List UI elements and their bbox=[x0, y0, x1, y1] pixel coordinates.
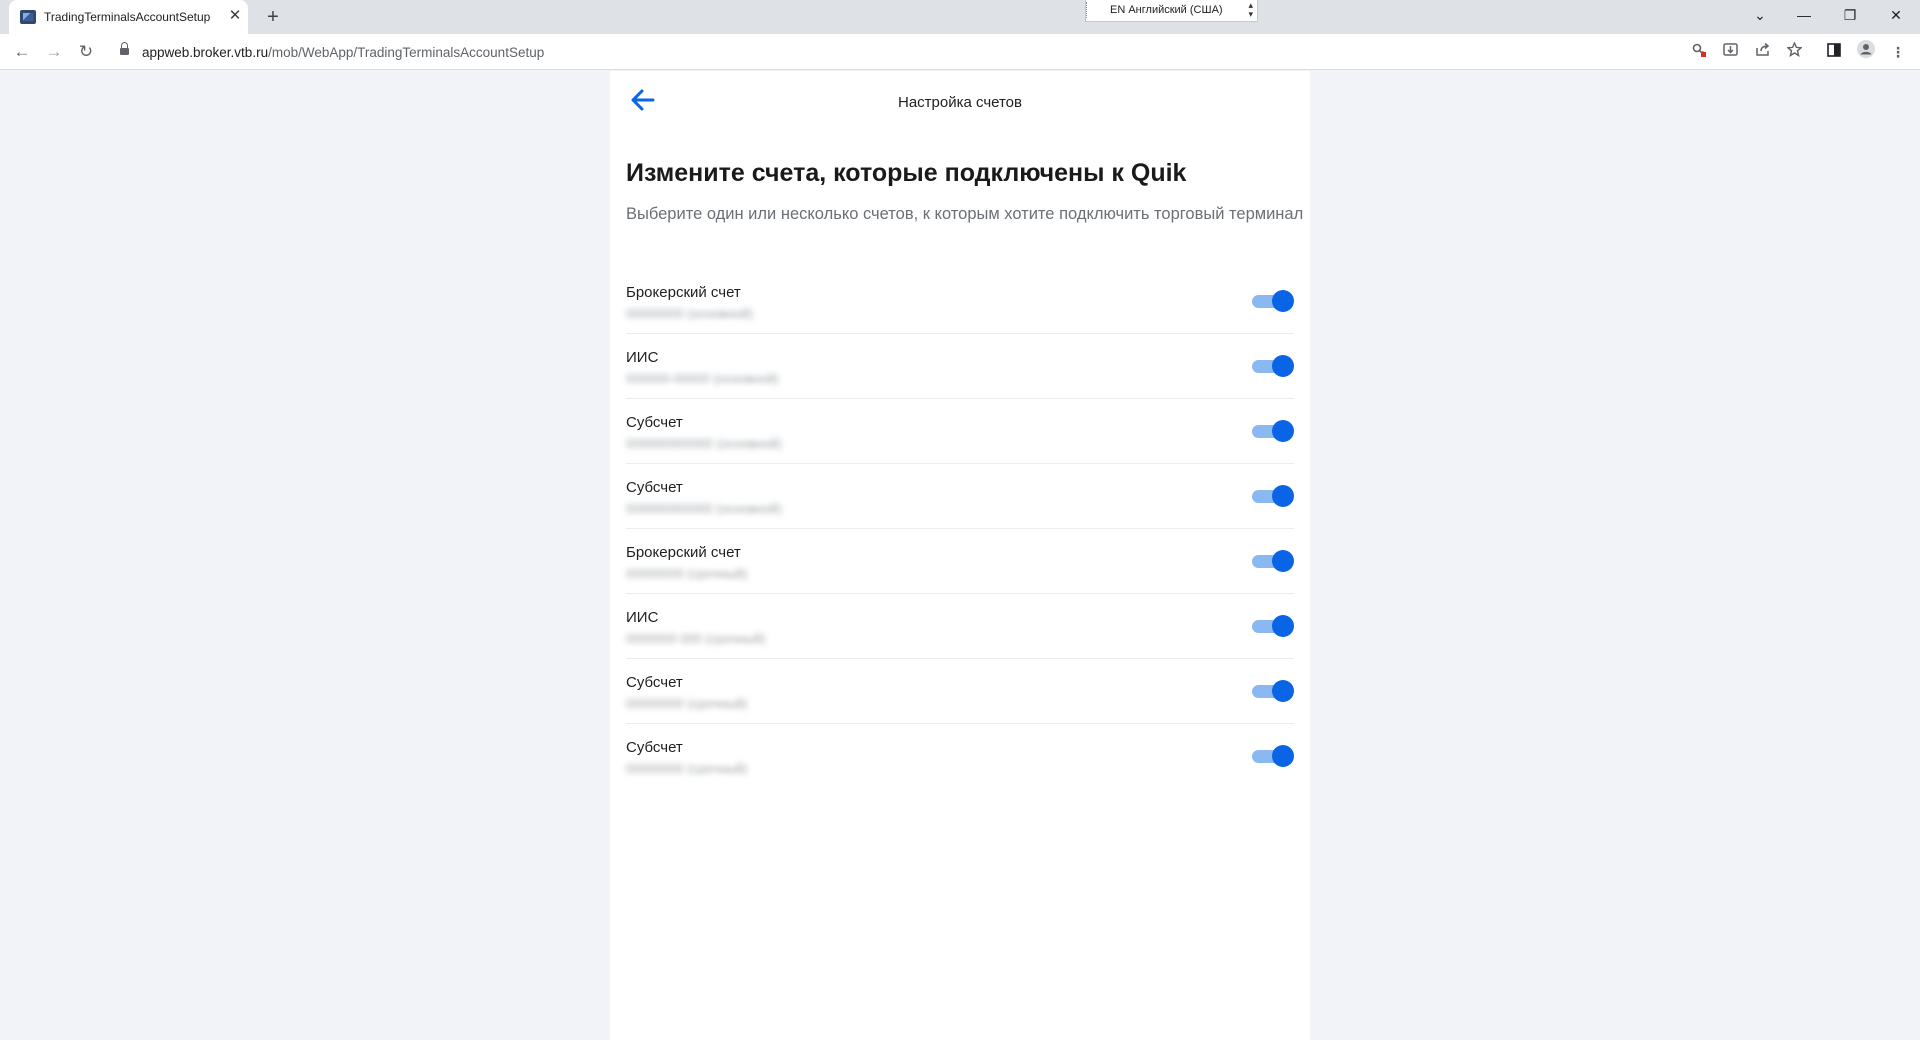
toggle-knob bbox=[1272, 290, 1294, 312]
toggle-knob bbox=[1272, 745, 1294, 767]
side-panel-icon[interactable] bbox=[1822, 40, 1846, 64]
toggle-knob bbox=[1272, 355, 1294, 377]
back-nav-icon[interactable]: ← bbox=[10, 40, 34, 64]
lock-icon[interactable] bbox=[120, 42, 129, 57]
account-number: 0000000 000 (срочный) bbox=[626, 631, 766, 646]
account-row: ИИС 0000000 000 (срочный) bbox=[626, 594, 1294, 659]
browser-toolbar: ← → ↻ appweb.broker.vtb.ru/mob/WebApp/Tr… bbox=[0, 34, 1920, 70]
password-key-icon[interactable] bbox=[1687, 40, 1711, 64]
account-row: Субсчет 00000000 (срочный) bbox=[626, 659, 1294, 724]
toggle-knob bbox=[1272, 550, 1294, 572]
bookmark-star-icon[interactable] bbox=[1782, 40, 1806, 64]
account-title: ИИС bbox=[626, 349, 659, 366]
account-row: Брокерский счет 00000000 (основной) bbox=[626, 269, 1294, 334]
account-title: Субсчет bbox=[626, 414, 683, 431]
account-number: 00000000 (основной) bbox=[626, 306, 753, 321]
drag-dots-icon bbox=[1086, 2, 1089, 18]
account-row: Субсчет 00000000 (срочный) bbox=[626, 724, 1294, 789]
account-toggle[interactable] bbox=[1252, 485, 1294, 507]
account-row: Субсчет 000000000000 (основной) bbox=[626, 399, 1294, 464]
tab-search-button[interactable]: ⌄ bbox=[1737, 0, 1783, 30]
tab-close-icon[interactable]: ✕ bbox=[227, 7, 243, 25]
forward-nav-icon[interactable]: → bbox=[42, 40, 66, 64]
account-toggle[interactable] bbox=[1252, 420, 1294, 442]
language-indicator[interactable]: EN Английский (США) ▴ ▾ bbox=[1085, 0, 1258, 22]
account-title: Субсчет bbox=[626, 479, 683, 496]
account-title: Брокерский счет bbox=[626, 544, 741, 561]
toggle-knob bbox=[1272, 680, 1294, 702]
share-icon[interactable] bbox=[1750, 40, 1774, 64]
account-number: 00000000 (срочный) bbox=[626, 761, 748, 776]
site-favicon-icon bbox=[20, 10, 36, 24]
page-subheading: Выберите один или несколько счетов, к ко… bbox=[626, 205, 1304, 223]
page-header-title: Настройка счетов bbox=[897, 94, 1022, 111]
install-app-icon[interactable] bbox=[1718, 40, 1742, 64]
account-title: Брокерский счет bbox=[626, 284, 741, 301]
account-row: Субсчет 000000000000 (основной) bbox=[626, 464, 1294, 529]
page-heading: Измените счета, которые подключены к Qui… bbox=[626, 159, 1187, 187]
tab-title: TradingTerminalsAccountSetup bbox=[44, 10, 211, 24]
menu-icon[interactable]: ⋮ bbox=[1886, 40, 1910, 64]
account-number: 000000-00000 (основной) bbox=[626, 371, 779, 386]
account-number: 00000000 (срочный) bbox=[626, 566, 748, 581]
account-number: 000000000000 (основной) bbox=[626, 501, 782, 516]
account-toggle[interactable] bbox=[1252, 680, 1294, 702]
minimize-button[interactable]: — bbox=[1781, 0, 1827, 30]
account-row: ИИС 000000-00000 (основной) bbox=[626, 334, 1294, 399]
url-text[interactable]: appweb.broker.vtb.ru/mob/WebApp/TradingT… bbox=[142, 45, 544, 60]
account-title: Субсчет bbox=[626, 739, 683, 756]
toggle-knob bbox=[1272, 615, 1294, 637]
account-toggle[interactable] bbox=[1252, 290, 1294, 312]
close-window-button[interactable]: ✕ bbox=[1873, 0, 1919, 30]
language-label: EN Английский (США) bbox=[1110, 4, 1223, 16]
account-number: 000000000000 (основной) bbox=[626, 436, 782, 451]
address-bar[interactable]: appweb.broker.vtb.ru/mob/WebApp/TradingT… bbox=[108, 38, 1690, 66]
browser-tab[interactable]: TradingTerminalsAccountSetup ✕ bbox=[9, 0, 248, 34]
profile-icon[interactable] bbox=[1854, 40, 1878, 64]
account-toggle[interactable] bbox=[1252, 615, 1294, 637]
updown-arrows-icon: ▴ ▾ bbox=[1248, 0, 1253, 19]
account-toggle[interactable] bbox=[1252, 355, 1294, 377]
accounts-list: Брокерский счет 00000000 (основной) ИИС … bbox=[626, 269, 1294, 789]
new-tab-button[interactable]: + bbox=[261, 5, 285, 29]
reload-icon[interactable]: ↻ bbox=[74, 40, 98, 64]
account-title: ИИС bbox=[626, 609, 659, 626]
toggle-knob bbox=[1272, 420, 1294, 442]
account-toggle[interactable] bbox=[1252, 745, 1294, 767]
account-title: Субсчет bbox=[626, 674, 683, 691]
account-number: 00000000 (срочный) bbox=[626, 696, 748, 711]
account-setup-panel: Настройка счетов Измените счета, которые… bbox=[610, 71, 1310, 1040]
account-row: Брокерский счет 00000000 (срочный) bbox=[626, 529, 1294, 594]
account-toggle[interactable] bbox=[1252, 550, 1294, 572]
browser-tab-bar: TradingTerminalsAccountSetup ✕ + EN Англ… bbox=[0, 0, 1920, 34]
restore-button[interactable]: ❐ bbox=[1827, 0, 1873, 30]
toggle-knob bbox=[1272, 485, 1294, 507]
